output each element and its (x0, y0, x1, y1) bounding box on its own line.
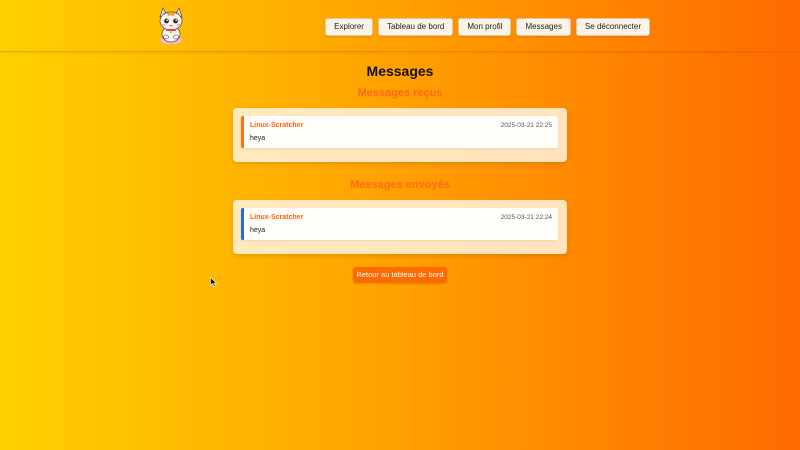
received-messages-panel: Linux-Scratcher 2025-03-21 22:25 heya (233, 108, 567, 162)
nav-profile-button[interactable]: Mon profil (458, 18, 512, 36)
message-timestamp: 2025-03-21 22:25 (500, 122, 552, 129)
sent-message-item[interactable]: Linux-Scratcher 2025-03-21 22:24 heya (241, 208, 558, 240)
received-messages-heading: Messages reçus (357, 87, 443, 99)
nav-logout-button[interactable]: Se déconnecter (575, 18, 650, 36)
message-timestamp: 2025-03-21 22:24 (500, 214, 552, 221)
nav-dashboard-button[interactable]: Tableau de bord (377, 18, 454, 36)
message-body: heya (250, 135, 266, 142)
sent-messages-heading: Messages envoyés (350, 179, 450, 191)
nav-messages-button[interactable]: Messages (516, 18, 571, 36)
top-bar: Explorer Tableau de bord Mon profil Mess… (0, 0, 800, 52)
message-author[interactable]: Linux-Scratcher (250, 122, 303, 129)
nav-explorer-button[interactable]: Explorer (325, 18, 373, 36)
sent-messages-panel: Linux-Scratcher 2025-03-21 22:24 heya (233, 200, 567, 254)
message-author[interactable]: Linux-Scratcher (250, 214, 303, 221)
cat-logo-icon[interactable] (154, 7, 188, 45)
mouse-pointer-icon (210, 277, 217, 287)
page-title: Messages (366, 63, 434, 79)
back-to-dashboard-button[interactable]: Retour au tableau de bord (353, 267, 447, 283)
main-nav: Explorer Tableau de bord Mon profil Mess… (325, 18, 650, 36)
received-message-item[interactable]: Linux-Scratcher 2025-03-21 22:25 heya (241, 116, 558, 148)
message-body: heya (250, 227, 266, 234)
